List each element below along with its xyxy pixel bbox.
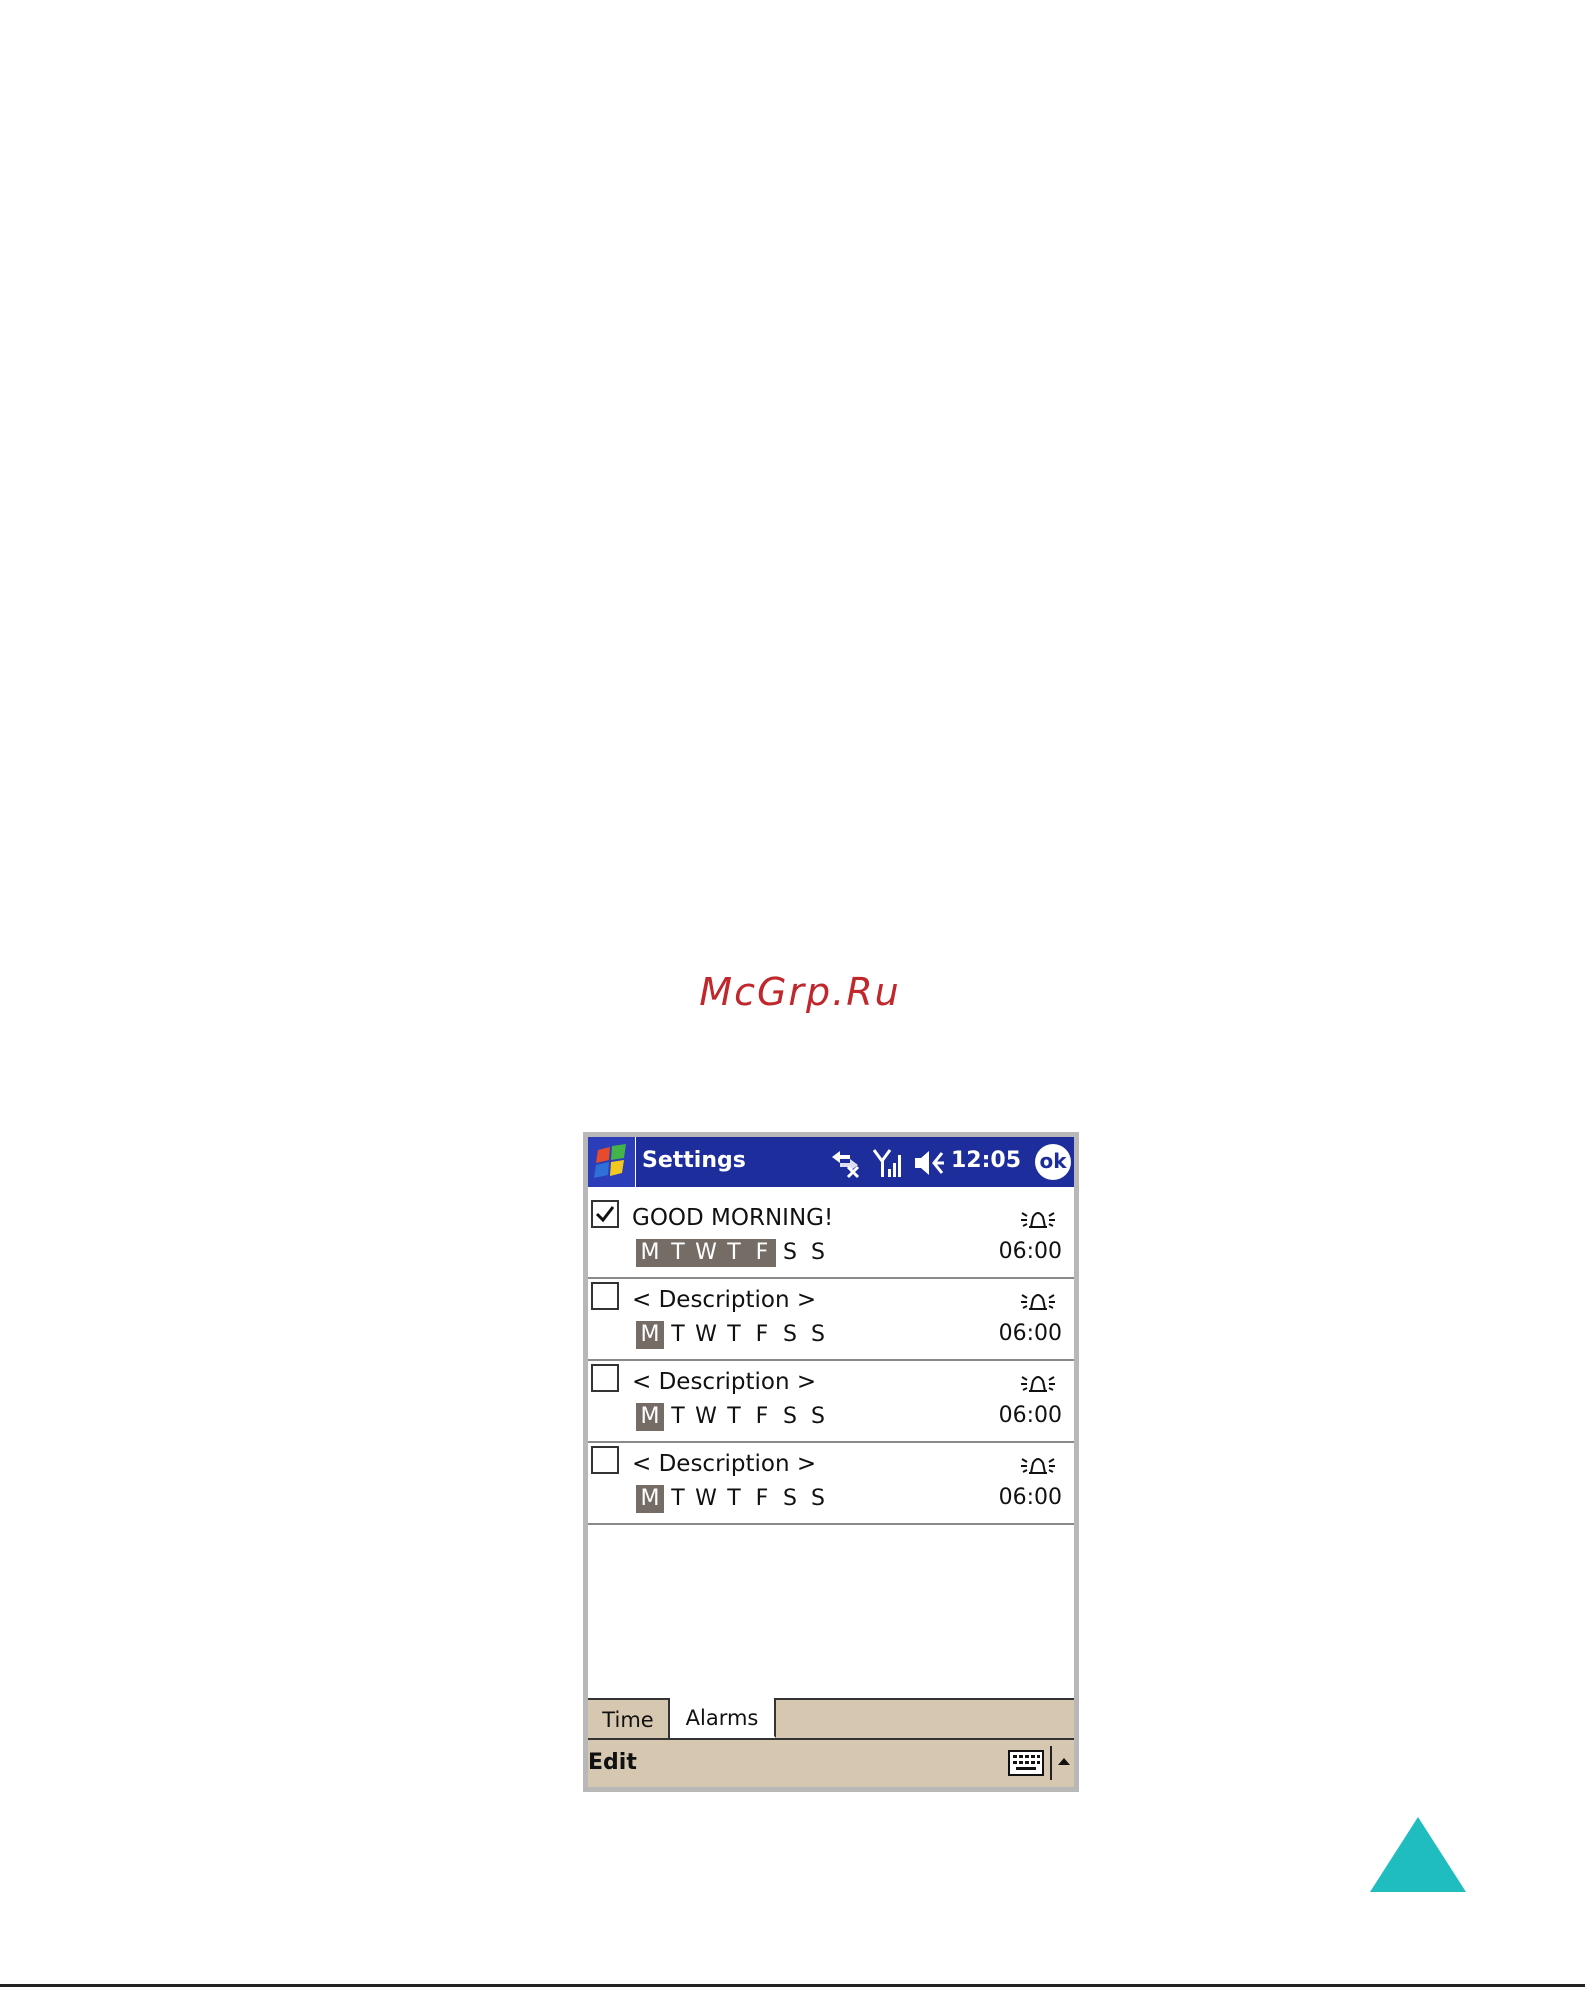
alarm-days: MTWTFSS	[636, 1403, 832, 1431]
window-title: Settings	[642, 1148, 746, 1173]
triangle-up-icon[interactable]	[1057, 1756, 1071, 1766]
alarm-time[interactable]: 06:00	[968, 1403, 1062, 1428]
edit-menu[interactable]: Edit	[588, 1750, 637, 1775]
alarm-enable-checkbox[interactable]	[591, 1282, 619, 1310]
menu-separator	[1050, 1746, 1052, 1780]
day-toggle[interactable]: T	[664, 1403, 692, 1431]
alarm-enable-checkbox[interactable]	[591, 1446, 619, 1474]
ok-button[interactable]: ok	[1035, 1144, 1071, 1180]
day-toggle[interactable]: F	[748, 1239, 776, 1267]
day-toggle[interactable]: F	[748, 1485, 776, 1513]
checkmark-icon	[595, 1206, 615, 1223]
sync-disconnected-icon[interactable]	[828, 1147, 862, 1179]
day-toggle[interactable]: S	[804, 1485, 832, 1513]
next-page-triangle-icon[interactable]	[1368, 1815, 1468, 1895]
alarm-bell-icon[interactable]	[1018, 1287, 1058, 1319]
alarm-list: GOOD MORNING! M T W T F S S 06:00 < Description >…	[588, 1197, 1074, 1525]
alarm-days: MTWTFSS	[636, 1485, 832, 1513]
device-screen: Settings 12:05 ok GOOD MORNING! M T W T F S S 06…	[583, 1132, 1079, 1792]
day-toggle[interactable]: M	[636, 1403, 664, 1431]
alarm-days: MTWTFSS	[636, 1239, 832, 1267]
alarm-time[interactable]: 06:00	[968, 1485, 1062, 1510]
day-toggle[interactable]: T	[720, 1485, 748, 1513]
alarm-time[interactable]: 06:00	[968, 1321, 1062, 1346]
day-toggle[interactable]: M	[636, 1321, 664, 1349]
tab-bar: Time Alarms	[588, 1698, 1074, 1738]
signal-strength-icon[interactable]	[872, 1147, 904, 1179]
day-toggle[interactable]: M	[636, 1239, 664, 1267]
title-bar: Settings 12:05 ok	[588, 1137, 1074, 1187]
menu-bar: Edit	[588, 1738, 1074, 1787]
day-toggle[interactable]: S	[776, 1321, 804, 1349]
day-toggle[interactable]: T	[664, 1321, 692, 1349]
day-toggle[interactable]: T	[720, 1403, 748, 1431]
alarm-days: MTWTFSS	[636, 1321, 832, 1349]
alarm-time[interactable]: 06:00	[968, 1239, 1062, 1264]
day-toggle[interactable]: S	[776, 1403, 804, 1431]
day-toggle[interactable]: S	[776, 1239, 804, 1267]
alarm-description[interactable]: GOOD MORNING!	[632, 1205, 833, 1231]
bottom-rule	[0, 1984, 1585, 1987]
keyboard-icon[interactable]	[1008, 1750, 1044, 1776]
alarm-enable-checkbox[interactable]	[591, 1200, 619, 1228]
alarm-enable-checkbox[interactable]	[591, 1364, 619, 1392]
start-button[interactable]	[588, 1137, 636, 1187]
day-toggle[interactable]: F	[748, 1403, 776, 1431]
day-toggle[interactable]: W	[692, 1239, 720, 1267]
tab-time[interactable]: Time	[588, 1698, 670, 1738]
day-toggle[interactable]: M	[636, 1485, 664, 1513]
watermark: McGrp.Ru	[699, 970, 901, 1014]
speaker-muted-icon[interactable]	[912, 1147, 946, 1179]
alarm-description[interactable]: < Description >	[632, 1369, 816, 1395]
alarm-row[interactable]: < Description > M T W T F S S 06:00	[588, 1443, 1074, 1525]
day-toggle[interactable]: T	[720, 1239, 748, 1267]
day-toggle[interactable]: S	[776, 1485, 804, 1513]
alarm-description[interactable]: < Description >	[632, 1287, 816, 1313]
alarm-bell-icon[interactable]	[1018, 1369, 1058, 1401]
day-toggle[interactable]: T	[664, 1485, 692, 1513]
clock[interactable]: 12:05	[951, 1148, 1021, 1173]
day-toggle[interactable]: W	[692, 1321, 720, 1349]
day-toggle[interactable]: T	[664, 1239, 692, 1267]
day-toggle[interactable]: W	[692, 1403, 720, 1431]
day-toggle[interactable]: S	[804, 1239, 832, 1267]
alarm-description[interactable]: < Description >	[632, 1451, 816, 1477]
day-toggle[interactable]: F	[748, 1321, 776, 1349]
day-toggle[interactable]: S	[804, 1403, 832, 1431]
day-toggle[interactable]: T	[720, 1321, 748, 1349]
windows-flag-icon	[594, 1144, 626, 1178]
alarm-row[interactable]: GOOD MORNING! M T W T F S S 06:00	[588, 1197, 1074, 1279]
alarm-row[interactable]: < Description > M T W T F S S 06:00	[588, 1361, 1074, 1443]
tab-alarms[interactable]: Alarms	[670, 1698, 776, 1738]
alarm-bell-icon[interactable]	[1018, 1205, 1058, 1237]
alarm-row[interactable]: < Description > M T W T F S S 06:00	[588, 1279, 1074, 1361]
day-toggle[interactable]: W	[692, 1485, 720, 1513]
alarm-bell-icon[interactable]	[1018, 1451, 1058, 1483]
day-toggle[interactable]: S	[804, 1321, 832, 1349]
